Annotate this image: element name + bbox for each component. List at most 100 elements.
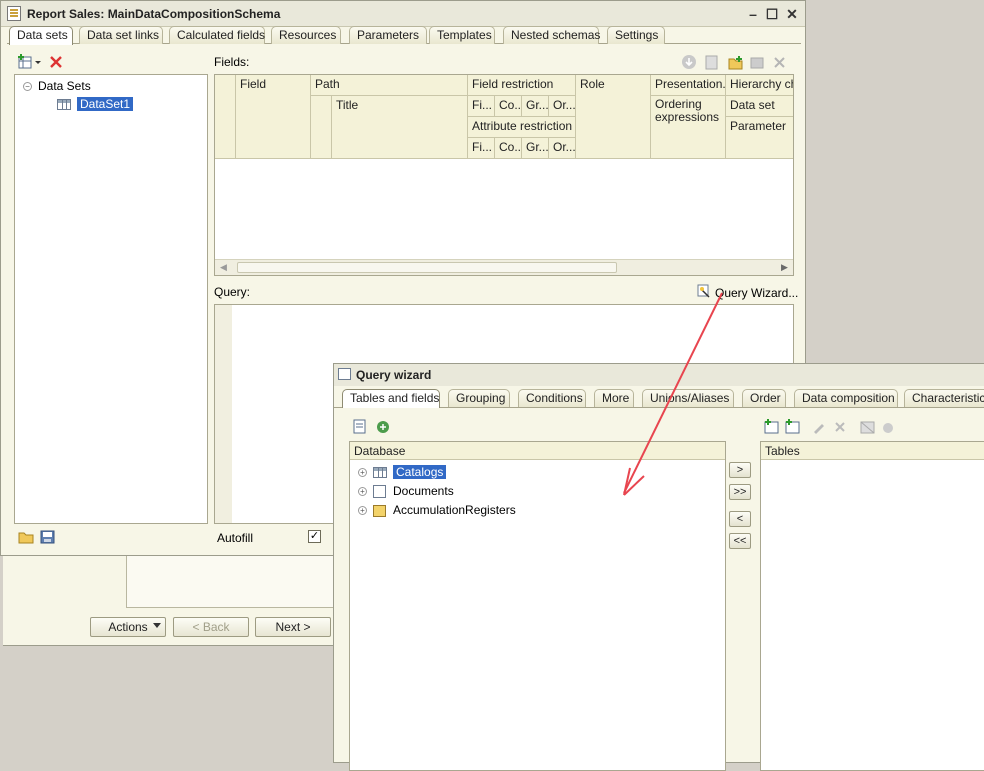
tab-data-sets[interactable]: Data sets <box>9 26 73 45</box>
move-right-button[interactable]: > <box>729 462 751 478</box>
query-gutter <box>215 305 232 523</box>
tab-calculated-fields[interactable]: Calculated fields <box>169 26 265 44</box>
tables-header: Tables <box>761 442 984 460</box>
scroll-left-icon[interactable]: ◀ <box>220 262 227 273</box>
qw-tab-tables-and-fields[interactable]: Tables and fields <box>342 389 440 408</box>
tree-item-documents[interactable]: + Documents <box>358 483 454 499</box>
column-hierarchy[interactable]: Hierarchy che <box>726 75 793 96</box>
autofill-checkbox[interactable]: ✓ <box>308 530 321 543</box>
tree-item-accumulation-registers[interactable]: + AccumulationRegisters <box>358 502 516 518</box>
minimize-icon[interactable]: – <box>745 6 761 22</box>
fields-grid: Field Path Title Field restriction Fi...… <box>214 74 794 276</box>
tab-templates[interactable]: Templates <box>429 26 495 44</box>
register-icon <box>373 504 386 517</box>
query-wizard-titlebar: Query wizard <box>334 364 984 386</box>
autofill-label: Autofill <box>217 531 254 545</box>
qw-tab-grouping[interactable]: Grouping <box>448 389 510 407</box>
fr-or[interactable]: Or... <box>549 96 576 117</box>
query-wizard-window-icon <box>338 368 351 380</box>
tree-root-row[interactable]: − Data Sets <box>23 78 91 94</box>
expand-icon[interactable]: + <box>358 506 367 516</box>
documents-label: Documents <box>393 484 454 498</box>
qw-tab-conditions[interactable]: Conditions <box>518 389 586 407</box>
qw-tab-more[interactable]: More <box>594 389 634 407</box>
tree-item-catalogs[interactable]: + Catalogs <box>358 464 447 480</box>
qw-right-toolbar <box>764 419 893 434</box>
tree-root-label: Data Sets <box>38 79 91 93</box>
ar-fi[interactable]: Fi... <box>468 138 495 159</box>
add-dataset-icon[interactable] <box>18 54 42 70</box>
datasets-tree: − Data Sets DataSet1 <box>14 74 208 524</box>
table-icon <box>57 99 71 111</box>
accumulation-registers-label: AccumulationRegisters <box>393 503 516 517</box>
next-button[interactable]: Next > <box>255 617 331 637</box>
horizontal-scrollbar[interactable]: ◀ ▶ <box>215 259 793 275</box>
column-path[interactable]: Path <box>311 75 468 96</box>
tab-nested-schemas[interactable]: Nested schemas <box>503 26 600 44</box>
maximize-icon[interactable]: ☐ <box>764 6 780 22</box>
document-icon <box>373 485 386 499</box>
column-presentation[interactable]: Presentation... <box>651 75 726 96</box>
actions-label: Actions <box>108 620 148 634</box>
column-data-set[interactable]: Data set <box>726 96 793 117</box>
main-titlebar: Report Sales: MainDataCompositionSchema … <box>1 1 805 27</box>
tree-item-label: DataSet1 <box>77 97 134 111</box>
open-folder-icon[interactable] <box>18 530 34 544</box>
dropdown-arrow-icon <box>153 623 161 628</box>
qw-left-toolbar <box>353 419 389 434</box>
query-wizard-title: Query wizard <box>356 368 432 382</box>
column-parameter[interactable]: Parameter <box>726 117 793 159</box>
actions-button[interactable]: Actions <box>90 617 166 637</box>
fr-co[interactable]: Co... <box>495 96 522 117</box>
query-wizard-icon[interactable] <box>697 284 711 298</box>
ar-gr[interactable]: Gr... <box>522 138 549 159</box>
subcolumn-spacer <box>311 96 332 159</box>
row-marker-column <box>215 75 236 159</box>
column-attribute-restriction[interactable]: Attribute restriction <box>468 117 576 138</box>
wizard-content-area <box>126 556 333 608</box>
fields-grid-header: Field Path Title Field restriction Fi...… <box>215 75 793 159</box>
window-title: Report Sales: MainDataCompositionSchema <box>27 7 281 21</box>
expand-icon[interactable]: + <box>358 487 367 497</box>
tab-data-set-links[interactable]: Data set links <box>79 26 163 44</box>
database-header: Database <box>350 442 725 460</box>
qw-tab-unions-aliases[interactable]: Unions/Aliases <box>642 389 734 407</box>
query-wizard-window: Query wizard Tables and fields Grouping … <box>333 363 984 771</box>
collapse-icon[interactable]: − <box>23 82 32 92</box>
query-wizard-link[interactable]: Query Wizard... <box>715 286 798 300</box>
move-all-left-button[interactable]: << <box>729 533 751 549</box>
column-field-restriction[interactable]: Field restriction <box>468 75 576 96</box>
qw-tabs: Tables and fields Grouping Conditions Mo… <box>342 389 984 408</box>
qw-tab-order[interactable]: Order <box>742 389 786 407</box>
move-all-right-button[interactable]: >> <box>729 484 751 500</box>
fr-gr[interactable]: Gr... <box>522 96 549 117</box>
scroll-right-icon[interactable]: ▶ <box>781 262 788 273</box>
catalog-icon <box>373 467 387 479</box>
ar-co[interactable]: Co... <box>495 138 522 159</box>
ar-or[interactable]: Or... <box>549 138 576 159</box>
tab-parameters[interactable]: Parameters <box>349 26 427 44</box>
column-title[interactable]: Title <box>332 96 468 159</box>
back-button[interactable]: < Back <box>173 617 249 637</box>
delete-icon[interactable] <box>49 55 63 69</box>
fr-fi[interactable]: Fi... <box>468 96 495 117</box>
move-left-button[interactable]: < <box>729 511 751 527</box>
tree-item-dataset1[interactable]: DataSet1 <box>57 96 134 112</box>
save-icon[interactable] <box>40 530 55 544</box>
query-label: Query: <box>214 285 251 299</box>
close-icon[interactable]: ✕ <box>784 6 800 22</box>
catalogs-label: Catalogs <box>393 465 447 479</box>
document-icon <box>7 6 21 21</box>
column-field[interactable]: Field <box>236 75 311 159</box>
fields-toolbar <box>682 55 785 70</box>
qw-tab-characteristics[interactable]: Characteristics <box>904 389 984 407</box>
column-role[interactable]: Role <box>576 75 651 159</box>
qw-tab-data-composition[interactable]: Data composition <box>794 389 898 407</box>
database-panel: Database + Catalogs + Documents + Accumulat… <box>349 441 726 771</box>
tab-settings[interactable]: Settings <box>607 26 665 44</box>
tab-resources[interactable]: Resources <box>271 26 341 44</box>
tables-panel: Tables <box>760 441 984 771</box>
scrollbar-thumb[interactable] <box>237 262 617 273</box>
column-ordering-expressions[interactable]: Ordering expressions <box>651 96 726 159</box>
expand-icon[interactable]: + <box>358 468 367 478</box>
